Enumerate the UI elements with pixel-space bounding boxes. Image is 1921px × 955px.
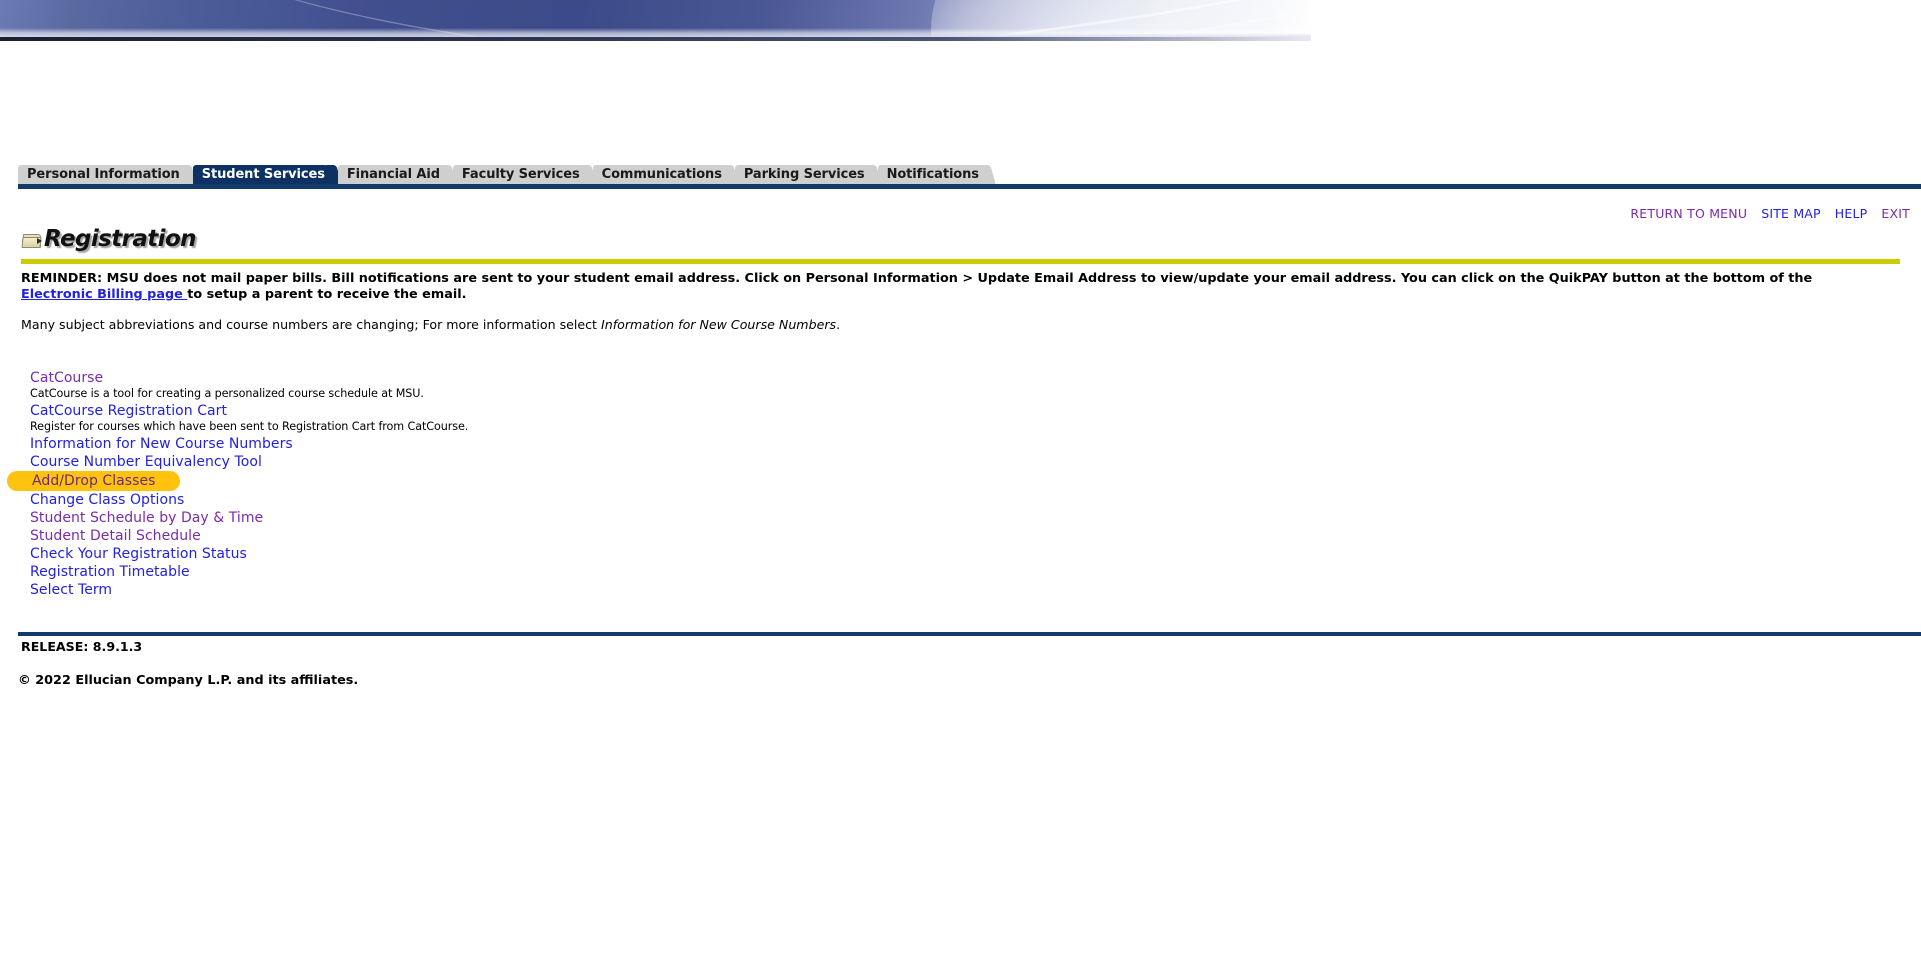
note-italic-phrase: Information for New Course Numbers bbox=[601, 317, 837, 332]
tab-personal-information[interactable]: Personal Information bbox=[18, 165, 189, 184]
menu-link-label[interactable]: Course Number Equivalency Tool bbox=[30, 453, 262, 471]
menu-link-label[interactable]: CatCourse bbox=[30, 369, 103, 387]
electronic-billing-link[interactable]: Electronic Billing page bbox=[21, 287, 187, 302]
tab-parking-services[interactable]: Parking Services bbox=[734, 165, 874, 184]
menu-link-label[interactable]: Student Schedule by Day & Time bbox=[30, 509, 263, 527]
olive-divider bbox=[21, 259, 1900, 264]
menu-link-label[interactable]: Select Term bbox=[30, 581, 112, 599]
tab-notifications[interactable]: Notifications bbox=[877, 165, 988, 184]
tabs-underline bbox=[18, 184, 1921, 189]
menu-link-label[interactable]: Information for New Course Numbers bbox=[30, 435, 293, 453]
reminder-text-part2: to setup a parent to receive the email. bbox=[187, 287, 467, 302]
reminder-message: REMINDER: MSU does not mail paper bills.… bbox=[21, 271, 1871, 303]
tab-faculty-services[interactable]: Faculty Services bbox=[452, 165, 589, 184]
menu-item-registration-timetable[interactable]: Registration Timetable bbox=[30, 563, 930, 581]
menu-item-add-drop-classes[interactable]: Add/Drop Classes bbox=[7, 471, 180, 491]
footer-divider bbox=[18, 632, 1921, 636]
banner-bottom-fade bbox=[0, 28, 1311, 37]
menu-link-label[interactable]: CatCourse Registration Cart bbox=[30, 402, 227, 420]
site-banner bbox=[0, 0, 1311, 41]
release-version: RELEASE: 8.9.1.3 bbox=[21, 639, 143, 654]
menu-item-catcourse-registration-cart[interactable]: CatCourse Registration Cart bbox=[30, 402, 930, 420]
registration-menu: CatCourse CatCourse is a tool for creatin… bbox=[7, 369, 930, 599]
page-title-text: Registration bbox=[44, 226, 197, 252]
menu-link-label[interactable]: Registration Timetable bbox=[30, 563, 190, 581]
main-navigation-tabs: Personal Information Student Services Fina… bbox=[18, 163, 992, 184]
tab-financial-aid[interactable]: Financial Aid bbox=[337, 165, 449, 184]
menu-item-course-number-equivalency-tool[interactable]: Course Number Equivalency Tool bbox=[30, 453, 930, 471]
course-number-note: Many subject abbreviations and course nu… bbox=[21, 317, 840, 332]
note-text-before: Many subject abbreviations and course nu… bbox=[21, 317, 602, 332]
menu-link-label[interactable]: Change Class Options bbox=[30, 491, 184, 509]
utility-link-exit[interactable]: EXIT bbox=[1881, 206, 1910, 221]
utility-links: RETURN TO MENU SITE MAP HELP EXIT bbox=[1616, 206, 1910, 221]
menu-item-select-term[interactable]: Select Term bbox=[30, 581, 930, 599]
page-title: Registration bbox=[21, 225, 197, 253]
menu-item-change-class-options[interactable]: Change Class Options bbox=[30, 491, 930, 509]
menu-item-information-for-new-course-numbers[interactable]: Information for New Course Numbers bbox=[30, 435, 930, 453]
reminder-text-part1: REMINDER: MSU does not mail paper bills.… bbox=[21, 271, 1813, 286]
utility-link-help[interactable]: HELP bbox=[1835, 206, 1868, 221]
menu-link-label[interactable]: Student Detail Schedule bbox=[30, 527, 201, 545]
menu-link-label[interactable]: Check Your Registration Status bbox=[30, 545, 247, 563]
utility-link-site-map[interactable]: SITE MAP bbox=[1761, 206, 1821, 221]
tab-communications[interactable]: Communications bbox=[592, 165, 731, 184]
copyright-notice: © 2022 Ellucian Company L.P. and its aff… bbox=[18, 673, 359, 688]
menu-item-description: Register for courses which have been sen… bbox=[30, 420, 469, 433]
banner-baseline bbox=[0, 37, 1311, 41]
menu-item-student-detail-schedule[interactable]: Student Detail Schedule bbox=[30, 527, 930, 545]
menu-item-description: CatCourse is a tool for creating a perso… bbox=[30, 387, 424, 400]
note-text-after: . bbox=[836, 317, 841, 332]
menu-item-catcourse[interactable]: CatCourse bbox=[30, 369, 930, 387]
menu-item-check-your-registration-status[interactable]: Check Your Registration Status bbox=[30, 545, 930, 563]
menu-item-student-schedule-by-day-time[interactable]: Student Schedule by Day & Time bbox=[30, 509, 930, 527]
folder-icon bbox=[21, 232, 42, 248]
tab-student-services[interactable]: Student Services bbox=[192, 165, 334, 184]
menu-link-label[interactable]: Add/Drop Classes bbox=[7, 471, 180, 491]
utility-link-return-to-menu[interactable]: RETURN TO MENU bbox=[1630, 206, 1747, 221]
